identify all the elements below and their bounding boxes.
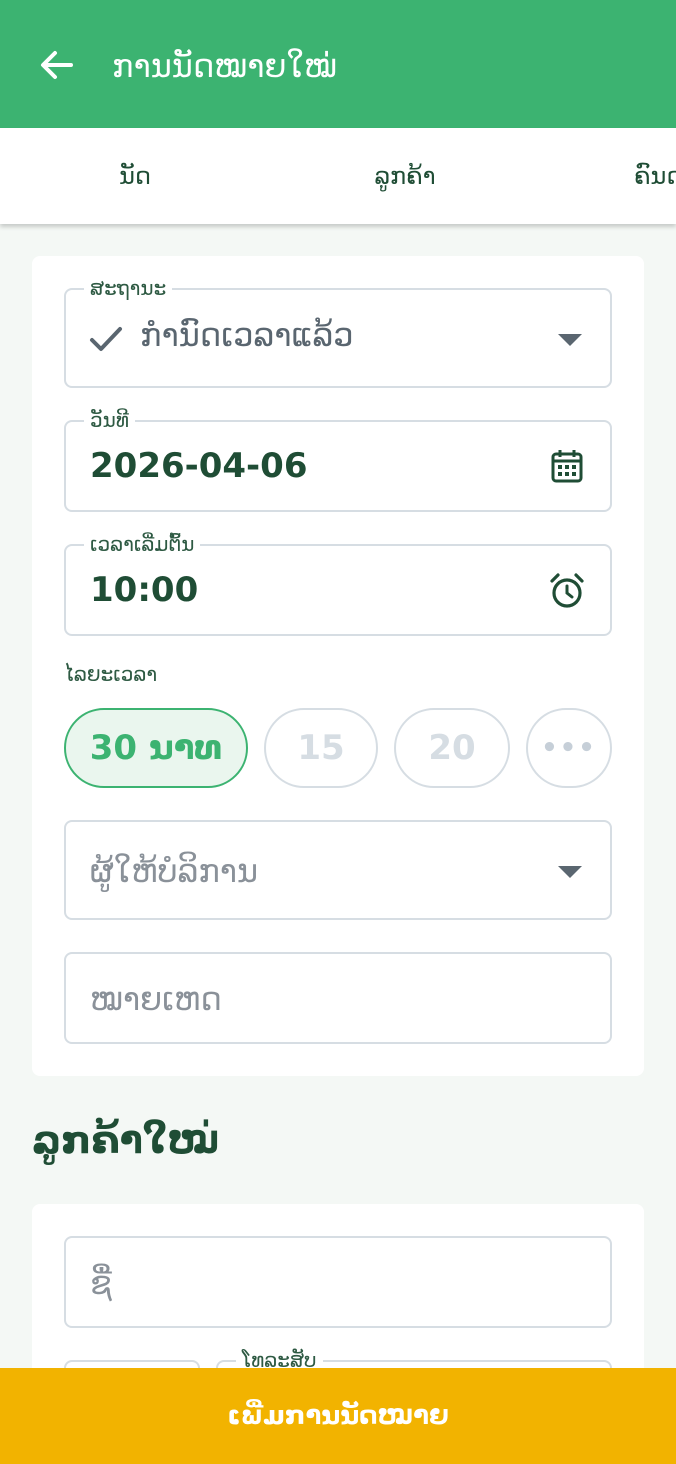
appointment-card: ສະຖານະ ກຳນົດເວລາແລ້ວ ວັນທີ 2026-04-06 ເວ… [32,256,644,1076]
tab-appointment[interactable]: ນັດ [40,128,230,224]
add-appointment-button[interactable]: ເພີ່ມການນັດໝາຍ [0,1368,676,1464]
customer-name-field[interactable]: ຊື່ [64,1236,612,1328]
duration-chip-15[interactable]: 15 [264,708,378,788]
tab-bar: ນັດ ລູກຄ້າ ຄົນດ [0,128,676,224]
duration-more-chip[interactable]: ••• [526,708,612,788]
status-label: ສະຖານະ [84,275,173,301]
date-field[interactable]: ວັນທີ 2026-04-06 [64,407,612,512]
tab-customer[interactable]: ລູກຄ້າ [310,128,500,224]
tab-staff[interactable]: ຄົນດ [634,128,676,224]
chevron-down-icon [558,866,582,878]
date-label: ວັນທີ [84,407,135,433]
check-icon [90,327,122,351]
alarm-clock-icon[interactable] [548,572,586,610]
start-time-label: ເວລາເລີ່ມຕົ້ນ [84,531,201,557]
note-placeholder: ໝາຍເຫດ [90,980,222,1018]
duration-label: ໄລຍະເວລາ [64,662,158,686]
provider-select[interactable]: ຜູ້ໃຫ້ບໍລິການ [64,820,612,920]
start-time-value: 10:00 [90,570,199,610]
duration-chip-20[interactable]: 20 [394,708,510,788]
app-bar: ການນັດໝາຍໃໝ່ [0,0,676,128]
date-value: 2026-04-06 [90,446,308,486]
duration-chip-30[interactable]: 30 ນາທ [64,708,248,788]
status-value: ກຳນົດເວລາແລ້ວ [140,316,354,354]
back-button[interactable] [30,38,84,92]
page-title: ການນັດໝາຍໃໝ່ [112,47,337,85]
customer-name-placeholder: ຊື່ [90,1264,112,1302]
arrow-left-icon [41,51,73,79]
status-select[interactable]: ສະຖານະ ກຳນົດເວລາແລ້ວ [64,275,612,388]
provider-placeholder: ຜູ້ໃຫ້ບໍລິການ [90,852,259,890]
chevron-down-icon [558,334,582,346]
start-time-field[interactable]: ເວລາເລີ່ມຕົ້ນ 10:00 [64,531,612,636]
new-customer-title: ລູກຄ້າໃໝ່ [32,1118,220,1162]
note-field[interactable]: ໝາຍເຫດ [64,952,612,1044]
calendar-icon[interactable] [550,448,584,484]
